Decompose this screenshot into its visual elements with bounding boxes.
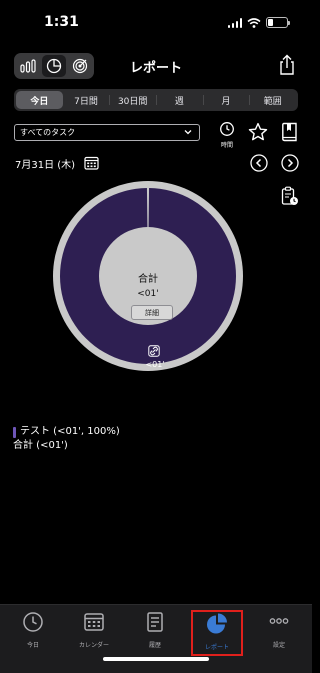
chevron-right-circle-icon bbox=[281, 154, 299, 172]
time-log-button[interactable] bbox=[281, 186, 299, 210]
tab-settings-label: 設定 bbox=[272, 642, 285, 649]
home-indicator bbox=[103, 657, 209, 661]
previous-day-button[interactable] bbox=[250, 154, 268, 176]
history-icon bbox=[147, 612, 163, 632]
clipboard-clock-icon bbox=[281, 186, 298, 205]
legend-swatch bbox=[13, 426, 16, 438]
tab-today[interactable]: 今日 bbox=[8, 611, 58, 651]
time-sort-button[interactable]: 時間 bbox=[218, 121, 236, 149]
status-time: 1:31 bbox=[44, 14, 79, 30]
calendar-icon bbox=[84, 613, 104, 631]
link-icon bbox=[148, 345, 160, 357]
tab-history[interactable]: 履歴 bbox=[130, 611, 180, 651]
star-icon bbox=[248, 122, 268, 141]
favorite-button[interactable] bbox=[248, 122, 268, 146]
calendar-icon bbox=[84, 156, 99, 170]
period-tab-today[interactable]: 今日 bbox=[16, 91, 63, 109]
tab-history-label: 履歴 bbox=[148, 642, 161, 649]
period-tab-range[interactable]: 範囲 bbox=[249, 91, 296, 109]
date-picker-button[interactable] bbox=[84, 155, 99, 174]
legend-item: テスト (<01', 100%) bbox=[13, 425, 120, 439]
book-icon bbox=[282, 122, 297, 142]
status-icons bbox=[227, 17, 290, 28]
cellular-signal-icon bbox=[227, 17, 242, 28]
tab-calendar[interactable]: カレンダー bbox=[69, 611, 119, 651]
chart-center-title: 合計 bbox=[138, 274, 158, 285]
share-icon bbox=[280, 54, 294, 75]
legend: テスト (<01', 100%) 合計 (<01') bbox=[13, 425, 120, 453]
detail-button[interactable]: 詳細 bbox=[131, 305, 173, 320]
chevron-down-icon bbox=[184, 130, 192, 135]
next-day-button[interactable] bbox=[281, 154, 299, 176]
wifi-icon bbox=[247, 17, 261, 28]
clock-icon bbox=[23, 612, 43, 632]
tab-report-label: レポート bbox=[204, 644, 229, 651]
notes-button[interactable] bbox=[281, 122, 298, 146]
chevron-left-circle-icon bbox=[250, 154, 268, 172]
tab-calendar-label: カレンダー bbox=[78, 642, 109, 649]
tab-bar: 今日 カレンダー 履歴 レポート 設定 bbox=[0, 604, 312, 673]
period-tab-month[interactable]: 月 bbox=[202, 91, 250, 109]
period-tabs: 今日 7日間 30日間 週 月 範囲 bbox=[14, 89, 298, 111]
tab-report[interactable]: レポート bbox=[191, 610, 243, 656]
clock-icon bbox=[220, 122, 234, 136]
status-bar: 1:31 bbox=[0, 0, 312, 44]
chart-center-value: <01' bbox=[137, 289, 159, 299]
tab-settings[interactable]: 設定 bbox=[254, 611, 304, 651]
legend-item-text: テスト (<01', 100%) bbox=[20, 426, 120, 437]
battery-icon bbox=[266, 17, 290, 28]
period-tab-7days[interactable]: 7日間 bbox=[63, 91, 110, 109]
date-label: 7月31日 (木) bbox=[15, 160, 76, 171]
tab-today-label: 今日 bbox=[26, 642, 39, 649]
task-filter-select[interactable]: すべてのタスク bbox=[14, 124, 200, 141]
share-button[interactable] bbox=[278, 54, 298, 76]
page-title: レポート bbox=[129, 61, 182, 76]
period-tab-30days[interactable]: 30日間 bbox=[109, 91, 156, 109]
more-icon bbox=[269, 618, 289, 624]
legend-total: 合計 (<01') bbox=[13, 440, 68, 451]
period-tab-week[interactable]: 週 bbox=[156, 91, 203, 109]
pie-chart-icon bbox=[207, 613, 227, 634]
task-filter-value: すべてのタスク bbox=[20, 128, 76, 137]
slice-label: <01' bbox=[145, 360, 165, 369]
time-sort-label: 時間 bbox=[220, 142, 233, 149]
